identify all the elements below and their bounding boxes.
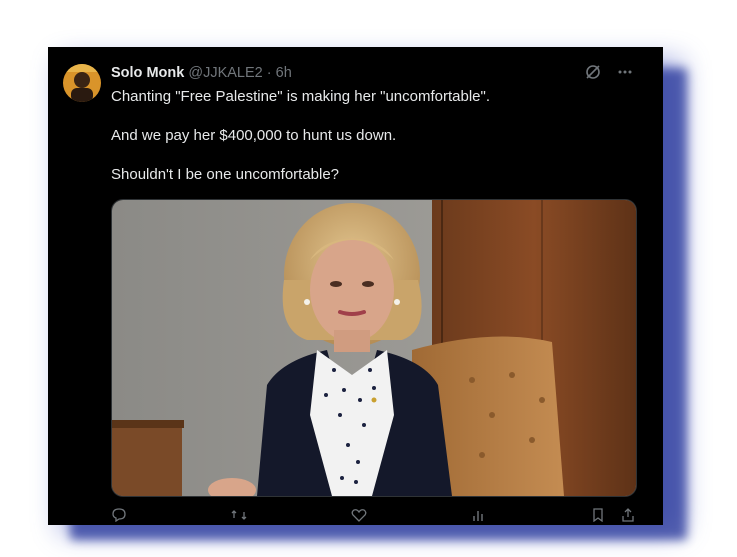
avatar[interactable]	[63, 64, 101, 102]
reply-icon[interactable]	[111, 505, 127, 525]
tweet-photo[interactable]	[111, 199, 637, 497]
tweet-text-line-3: Shouldn't I be one uncomfortable?	[111, 166, 340, 183]
timestamp[interactable]: 6h	[276, 65, 292, 81]
author-handle[interactable]: @JJKALE2	[188, 65, 262, 81]
tweet-header: Solo Monk @JJKALE2 · 6h	[111, 65, 292, 81]
share-icon[interactable]	[621, 508, 635, 522]
views-icon[interactable]	[471, 505, 487, 525]
retweet-icon[interactable]	[231, 505, 247, 525]
grok-icon[interactable]	[585, 64, 601, 85]
tweet-action-bar	[111, 505, 635, 525]
tweet-top-actions	[585, 64, 633, 85]
separator: ·	[266, 65, 272, 81]
bookmark-share-group	[591, 505, 635, 525]
more-options-icon[interactable]	[617, 64, 633, 85]
tweet-card[interactable]: Solo Monk @JJKALE2 · 6h Chanting "Free P…	[48, 47, 663, 525]
tweet-text-line-2: And we pay her $400,000 to hunt us down.	[111, 127, 397, 144]
tweet-text-line-1: Chanting "Free Palestine" is making her …	[111, 88, 490, 105]
bookmark-icon[interactable]	[591, 508, 605, 522]
author-name[interactable]: Solo Monk	[111, 65, 184, 81]
like-icon[interactable]	[351, 505, 367, 525]
